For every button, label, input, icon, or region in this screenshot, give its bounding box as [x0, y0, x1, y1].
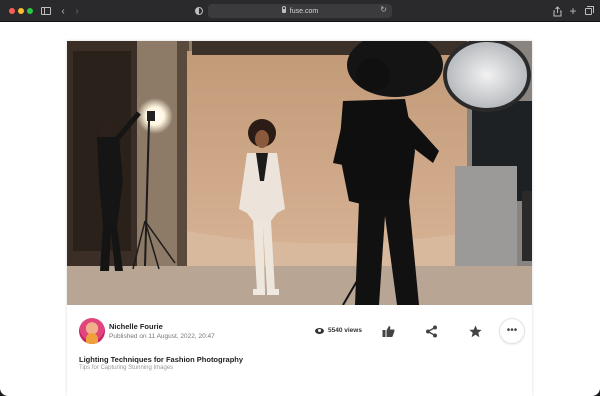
post-title[interactable]: Lighting Techniques for Fashion Photogra… — [79, 355, 243, 364]
eye-icon — [315, 327, 324, 334]
lock-icon — [281, 6, 286, 13]
forward-icon[interactable]: › — [72, 4, 82, 18]
tabs-icon[interactable] — [583, 4, 594, 18]
post-card: Nichelle Fourie Published on 11 August, … — [67, 41, 532, 396]
share-icon — [425, 325, 437, 337]
url-text: fuse.com — [289, 7, 319, 15]
post-photo[interactable] — [67, 41, 532, 305]
avatar[interactable] — [79, 318, 105, 344]
thumbs-up-icon — [382, 325, 395, 337]
sidebar-icon[interactable] — [40, 4, 52, 18]
photo-image — [67, 41, 532, 305]
back-icon[interactable]: ‹ — [58, 4, 68, 18]
author-row: Nichelle Fourie Published on 11 August, … — [79, 318, 525, 344]
web-page: Nichelle Fourie Published on 11 August, … — [0, 22, 600, 396]
close-window-button[interactable] — [9, 8, 15, 14]
more-dots-icon: ••• — [506, 325, 518, 336]
browser-toolbar: ‹ › fuse.com ↻ + — [0, 0, 600, 22]
shield-icon[interactable] — [194, 4, 204, 18]
share-button[interactable] — [418, 318, 444, 344]
star-icon — [468, 325, 482, 337]
post-subtitle: Tips for Capturing Stunning Images — [79, 365, 174, 371]
author-name[interactable]: Nichelle Fourie — [109, 322, 163, 331]
address-bar[interactable]: fuse.com ↻ — [208, 4, 392, 18]
favorite-button[interactable] — [462, 318, 488, 344]
more-options-button[interactable]: ••• — [499, 318, 525, 344]
minimize-window-button[interactable] — [18, 8, 24, 14]
published-date: Published on 11 August, 2022, 20:47 — [109, 333, 215, 340]
reload-icon[interactable]: ↻ — [380, 5, 387, 14]
views-label: 5540 views — [328, 327, 362, 334]
share-icon[interactable] — [552, 4, 562, 18]
view-count: 5540 views — [315, 327, 362, 334]
maximize-window-button[interactable] — [27, 8, 33, 14]
new-tab-icon[interactable]: + — [568, 4, 578, 18]
like-button[interactable] — [375, 318, 401, 344]
